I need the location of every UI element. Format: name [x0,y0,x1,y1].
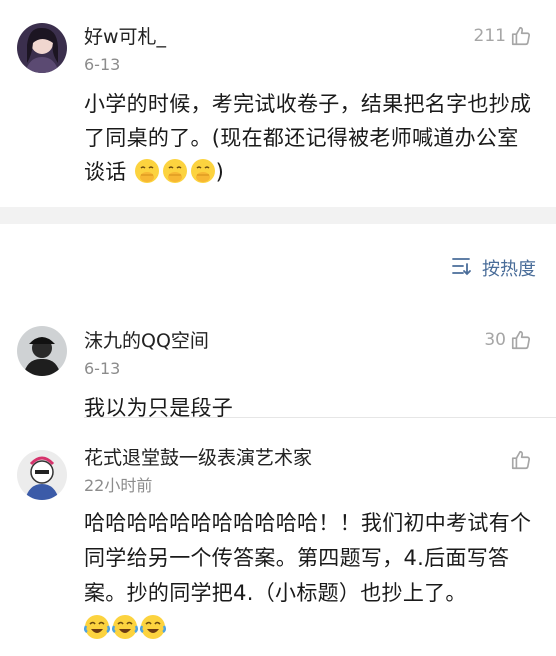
comment-item: 好w可札_ 6-13 211 小学的时候，考完试收卷子，结果把名字也抄成了同桌的… [0,0,556,207]
emoji-group [84,614,166,640]
username[interactable]: 好w可札_ [84,25,532,49]
face-with-hand-over-mouth-icon [162,159,187,183]
face-with-hand-over-mouth-icon [190,159,215,183]
username[interactable]: 沫九的QQ空间 [84,329,532,353]
like-button[interactable]: 30 [484,329,532,351]
sort-label: 按热度 [482,259,536,280]
sort-bar: 按热度 [0,224,556,294]
comment-divider [84,417,556,418]
comment-text: 我以为只是段子 [84,396,234,420]
face-with-hand-over-mouth-icon [134,159,159,183]
like-button[interactable] [510,449,532,471]
username[interactable]: 花式退堂鼓一级表演艺术家 [84,446,532,470]
comment-text-content: 哈哈哈哈哈哈哈哈哈哈哈！！我们初中考试有个同学给另一个传答案。第四题写，4.后面… [84,511,532,605]
like-count: 30 [484,330,506,350]
comment-feed: 好w可札_ 6-13 211 小学的时候，考完试收卷子，结果把名字也抄成了同桌的… [0,0,556,656]
tears-of-joy-icon [84,615,110,639]
like-count: 211 [473,26,506,46]
like-button[interactable]: 211 [474,25,532,47]
thumbs-up-icon [510,449,532,471]
sort-icon [451,256,473,281]
comment-item: 沫九的QQ空间 6-13 30 我以为只是段子 [0,294,556,424]
tears-of-joy-icon [112,615,138,639]
comment-date: 6-13 [84,55,121,74]
comment-text-tail: ) [215,160,225,184]
tears-of-joy-icon [140,615,166,639]
comment-text: 哈哈哈哈哈哈哈哈哈哈哈！！我们初中考试有个同学给另一个传答案。第四题写，4.后面… [84,506,532,646]
avatar[interactable] [17,23,67,73]
comment-date: 22小时前 [84,476,153,495]
sort-button[interactable]: 按热度 [451,255,536,281]
avatar[interactable] [17,450,67,500]
comment-date: 6-13 [84,359,121,378]
comment-item: 花式退堂鼓一级表演艺术家 22小时前 哈哈哈哈哈哈哈哈哈哈哈！！我们初中考试有个… [0,424,556,646]
emoji-group [134,158,216,184]
thumbs-up-icon [510,329,532,351]
comment-text: 小学的时候，考完试收卷子，结果把名字也抄成了同桌的了。(现在都还记得被老师喊道办… [84,87,532,189]
section-divider [0,207,556,224]
thumbs-up-icon [510,25,532,47]
avatar[interactable] [17,326,67,376]
